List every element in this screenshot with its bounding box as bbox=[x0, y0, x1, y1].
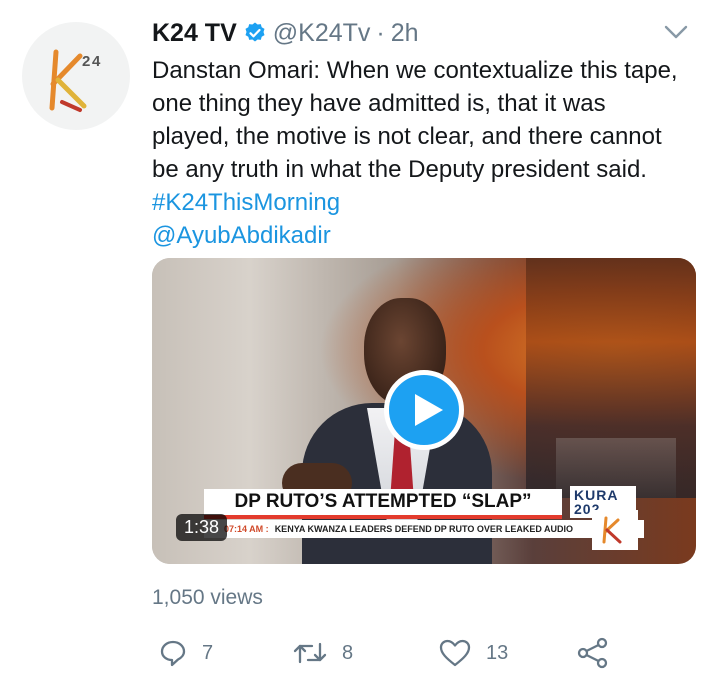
news-ticker: 07:14 AM : KENYA KWANZA LEADERS DEFEND D… bbox=[204, 520, 644, 538]
tweet-text-line: played, the motive is not clear, and the… bbox=[152, 123, 662, 150]
view-count: 1,050 views bbox=[152, 586, 263, 609]
author-name[interactable]: K24 TV bbox=[152, 19, 237, 48]
ticker-time: 07:14 AM : bbox=[224, 524, 269, 534]
hashtag-link[interactable]: #K24ThisMorning bbox=[152, 186, 692, 219]
like-count: 13 bbox=[486, 641, 509, 664]
lower-third-banner: DP RUTO’S ATTEMPTED “SLAP” bbox=[204, 489, 562, 519]
share-icon bbox=[577, 637, 608, 669]
retweet-count: 8 bbox=[342, 641, 354, 664]
author-avatar[interactable]: 2 4 bbox=[22, 22, 130, 130]
kura-badge-line1: KURA bbox=[574, 487, 619, 503]
tweet-time[interactable]: 2h bbox=[391, 19, 419, 48]
tweet-actions: 7 8 13 bbox=[152, 630, 692, 676]
retweet-icon bbox=[293, 642, 327, 664]
k24-logo: 2 4 bbox=[49, 49, 101, 112]
tweet-text-line: Danstan Omari: When we contextualize thi… bbox=[152, 57, 678, 84]
tweet-header: K24 TV @K24Tv · 2h bbox=[152, 16, 419, 50]
k24-corner-logo bbox=[592, 510, 638, 550]
chevron-down-icon[interactable] bbox=[663, 22, 689, 42]
share-button[interactable] bbox=[576, 630, 610, 676]
tweet-text: Danstan Omari: When we contextualize thi… bbox=[152, 54, 692, 252]
verified-badge-icon bbox=[245, 22, 265, 42]
ticker-headline: KENYA KWANZA LEADERS DEFEND DP RUTO OVER… bbox=[274, 524, 574, 534]
svg-text:4: 4 bbox=[92, 53, 101, 70]
svg-text:2: 2 bbox=[82, 53, 90, 70]
video-player[interactable]: DP RUTO’S ATTEMPTED “SLAP” KURA 202 07:1… bbox=[152, 258, 696, 564]
reply-count: 7 bbox=[202, 641, 214, 664]
like-button[interactable]: 13 bbox=[438, 630, 508, 676]
header-separator: · bbox=[376, 18, 385, 47]
reply-button[interactable]: 7 bbox=[158, 630, 213, 676]
author-handle[interactable]: @K24Tv bbox=[273, 19, 371, 48]
mention-link[interactable]: @AyubAbdikadir bbox=[152, 219, 692, 252]
reply-icon bbox=[160, 640, 186, 667]
retweet-button[interactable]: 8 bbox=[292, 630, 353, 676]
heart-icon bbox=[439, 639, 471, 667]
video-duration: 1:38 bbox=[176, 514, 228, 541]
tweet-text-line: one thing they have admitted is, that it… bbox=[152, 90, 606, 117]
play-icon bbox=[415, 394, 443, 426]
play-button[interactable] bbox=[384, 370, 464, 450]
tweet-text-line: be any truth in what the Deputy presiden… bbox=[152, 156, 647, 183]
